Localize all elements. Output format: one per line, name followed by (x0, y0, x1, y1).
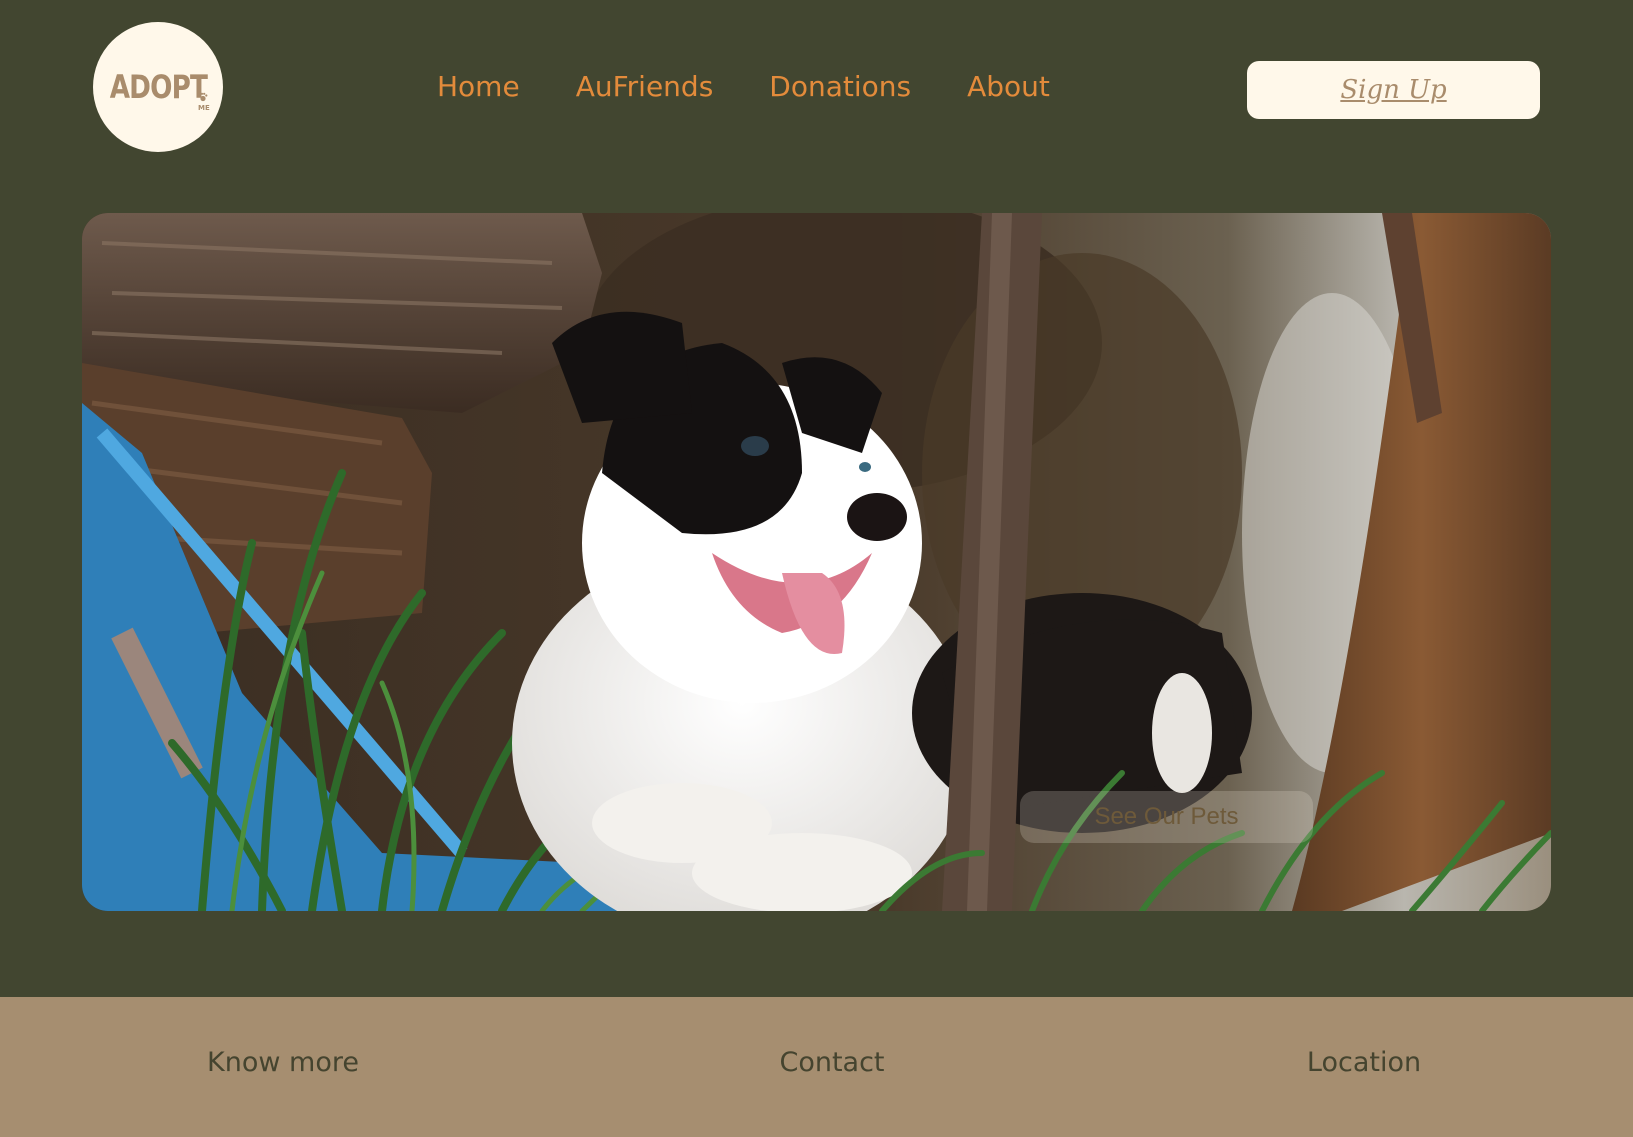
nav-about[interactable]: About (967, 70, 1050, 103)
site-footer: Know more Contact Location (0, 997, 1633, 1137)
see-our-pets-label: See Our Pets (1094, 803, 1239, 830)
logo-suffix: ME (198, 104, 210, 112)
footer-link-location[interactable]: Location (1307, 1047, 1421, 1078)
sign-up-button[interactable]: Sign Up (1247, 61, 1540, 119)
puppy-photo (82, 213, 1551, 911)
hero-image (82, 213, 1551, 911)
logo-text: ADOPT (109, 68, 207, 106)
nav-donations[interactable]: Donations (769, 70, 911, 103)
footer-link-contact[interactable]: Contact (779, 1047, 884, 1078)
main-nav: Home AuFriends Donations About (437, 70, 1050, 103)
nav-aufriends[interactable]: AuFriends (576, 70, 714, 103)
paw-icon (198, 92, 208, 102)
site-header: ADOPT ME Home AuFriends Donations About … (0, 0, 1633, 180)
footer-link-know-more[interactable]: Know more (207, 1047, 359, 1078)
see-our-pets-button[interactable]: See Our Pets (1020, 791, 1313, 843)
logo[interactable]: ADOPT ME (93, 22, 223, 152)
nav-home[interactable]: Home (437, 70, 520, 103)
sign-up-label: Sign Up (1340, 75, 1447, 105)
